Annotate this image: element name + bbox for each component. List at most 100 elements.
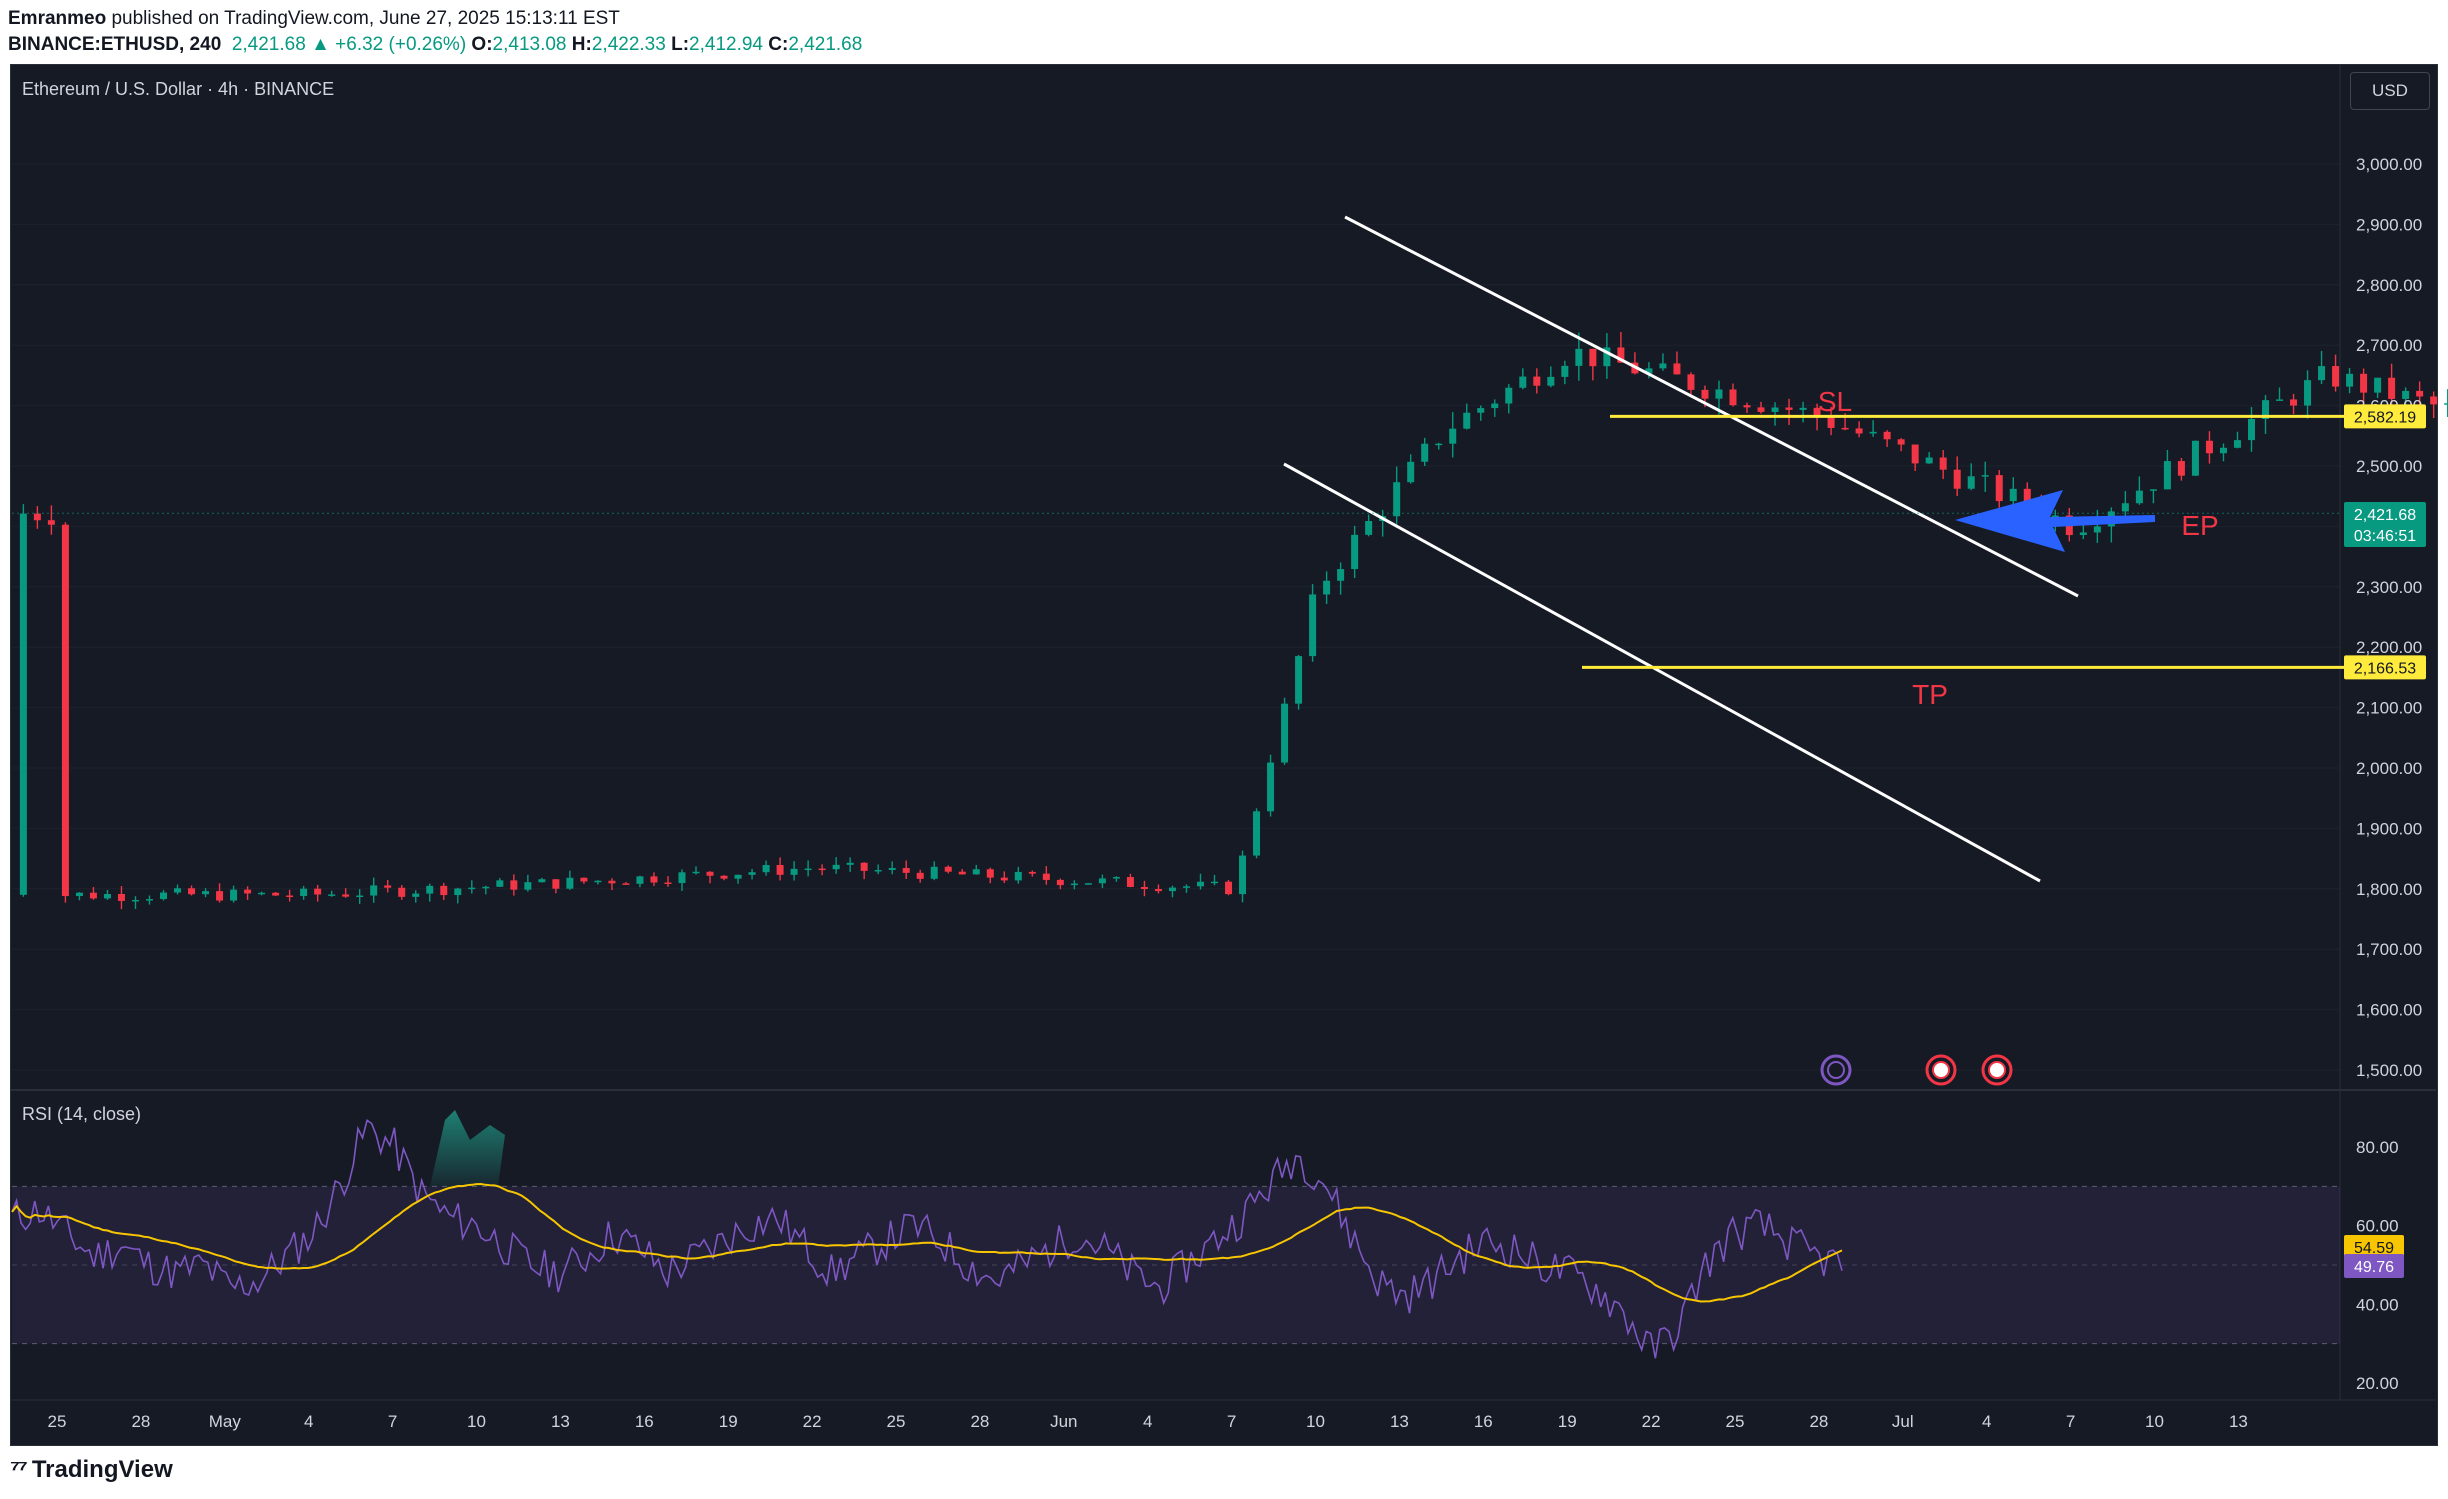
candle-body xyxy=(944,866,952,872)
candle-body xyxy=(1771,407,1779,412)
rsi-value-text: 49.76 xyxy=(2354,1259,2394,1276)
candle-body xyxy=(1995,475,2003,502)
channel-upper-line xyxy=(1344,215,2079,598)
rsi-title: RSI (14, close) xyxy=(22,1104,142,1124)
candle-body xyxy=(832,864,840,870)
time-tick-label: 4 xyxy=(1982,1412,1991,1431)
time-tick-label: 4 xyxy=(304,1412,313,1431)
rsi-pane: 80.0060.0040.0020.0054.5949.76 xyxy=(11,1110,2404,1393)
time-tick-label: 7 xyxy=(2066,1412,2075,1431)
price-label-text: 03:46:51 xyxy=(2354,528,2416,545)
candle-body xyxy=(1042,873,1050,880)
drawings[interactable]: SL EP TP xyxy=(12,215,2345,883)
candle-body xyxy=(664,882,672,885)
candle-body xyxy=(1435,443,1443,446)
candle-body xyxy=(1799,407,1807,410)
time-tick-label: 28 xyxy=(970,1412,989,1431)
price-tick-label: 2,300.00 xyxy=(2356,578,2422,597)
time-tick-label: 7 xyxy=(388,1412,397,1431)
candle-body xyxy=(790,868,798,875)
price-tick-label: 2,100.00 xyxy=(2356,699,2422,718)
candle-body xyxy=(552,879,560,889)
candle-body xyxy=(75,892,83,897)
candle-body xyxy=(2149,489,2157,491)
candle-body xyxy=(1659,363,1667,369)
candle-body xyxy=(1168,887,1176,892)
candles xyxy=(19,331,2448,910)
time-tick-label: 16 xyxy=(1474,1412,1493,1431)
candle-body xyxy=(1253,811,1261,856)
tradingview-logo[interactable]: ⁷⁷ TradingView xyxy=(10,1456,173,1484)
candle-body xyxy=(131,899,139,902)
candle-body xyxy=(272,892,280,896)
candle-body xyxy=(1323,580,1331,595)
candle-body xyxy=(524,882,532,890)
time-tick-label: 10 xyxy=(467,1412,486,1431)
time-tick-label: 13 xyxy=(2229,1412,2248,1431)
candle-body xyxy=(258,892,266,895)
time-tick-label: May xyxy=(209,1412,242,1431)
candle-body xyxy=(1126,877,1134,887)
candle-body xyxy=(2135,490,2143,504)
candle-body xyxy=(19,513,27,895)
candle-body xyxy=(1351,534,1359,570)
candle-body xyxy=(1827,417,1835,428)
time-tick-label: Jul xyxy=(1892,1412,1914,1431)
candle-body xyxy=(216,891,224,901)
candle-body xyxy=(2247,418,2255,441)
candle-body xyxy=(888,868,896,871)
price-tick-label: 1,800.00 xyxy=(2356,880,2422,899)
candle-body xyxy=(103,894,111,899)
price-tick-label: 2,200.00 xyxy=(2356,638,2422,657)
candle-body xyxy=(1421,443,1429,462)
candle-body xyxy=(972,869,980,875)
time-tick-label: 13 xyxy=(551,1412,570,1431)
candle-body xyxy=(1449,428,1457,444)
candle-body xyxy=(916,872,924,879)
candle-body xyxy=(1239,855,1247,895)
candle-body xyxy=(1729,389,1737,406)
annotation-sl: SL xyxy=(1818,386,1852,417)
candle-body xyxy=(1267,762,1275,812)
time-tick-label: 7 xyxy=(1227,1412,1236,1431)
candle-body xyxy=(2205,440,2213,454)
rsi-tick-label: 60.00 xyxy=(2356,1217,2399,1236)
candle-body xyxy=(1981,475,1989,477)
candle-body xyxy=(1701,389,1709,399)
candle-body xyxy=(398,887,406,897)
candle-body xyxy=(1897,439,1905,445)
candle-body xyxy=(1687,374,1695,390)
candle-body xyxy=(958,871,966,875)
candle-body xyxy=(202,891,210,895)
lightning-icon xyxy=(1827,1061,1845,1079)
price-tick-label: 1,700.00 xyxy=(2356,940,2422,959)
candle-body xyxy=(608,880,616,884)
candle-body xyxy=(89,892,97,899)
time-tick-label: 25 xyxy=(1726,1412,1745,1431)
candle-body xyxy=(1196,881,1204,887)
candle-body xyxy=(1575,348,1583,366)
time-tick-label: 19 xyxy=(719,1412,738,1431)
time-tick-label: 19 xyxy=(1558,1412,1577,1431)
currency-button[interactable]: USD xyxy=(2350,72,2430,110)
chart-canvas[interactable]: SL EP TP 3,000.00 2,900.00 2,800.00 2,700.00 2… xyxy=(0,0,2448,1499)
candle-body xyxy=(1000,877,1008,881)
candle-body xyxy=(1547,376,1555,386)
candle-body xyxy=(174,888,182,893)
candle-body xyxy=(1883,431,1891,440)
time-axis[interactable]: 25 28 May 4 7 10 13 16 19 22 25 28 Jun 4 7 10 13 16 19 22 25… xyxy=(10,1399,2436,1431)
price-tick-label: 1,900.00 xyxy=(2356,819,2422,838)
price-label-text: 2,582.19 xyxy=(2354,409,2416,426)
candle-body xyxy=(1098,878,1106,884)
candle-body xyxy=(2430,396,2438,405)
candle-body xyxy=(846,862,854,865)
pane-title: Ethereum / U.S. Dollar · 4h · BINANCE xyxy=(22,79,335,99)
price-axis[interactable]: 3,000.002,900.002,800.002,700.002,600.00… xyxy=(2344,155,2426,1080)
candle-body xyxy=(454,888,462,896)
candle-body xyxy=(1743,405,1751,408)
rsi-tick-label: 20.00 xyxy=(2356,1374,2399,1393)
candle-body xyxy=(1491,403,1499,409)
candle-body xyxy=(2121,503,2129,512)
time-tick-label: 16 xyxy=(635,1412,654,1431)
time-tick-label: 28 xyxy=(131,1412,150,1431)
